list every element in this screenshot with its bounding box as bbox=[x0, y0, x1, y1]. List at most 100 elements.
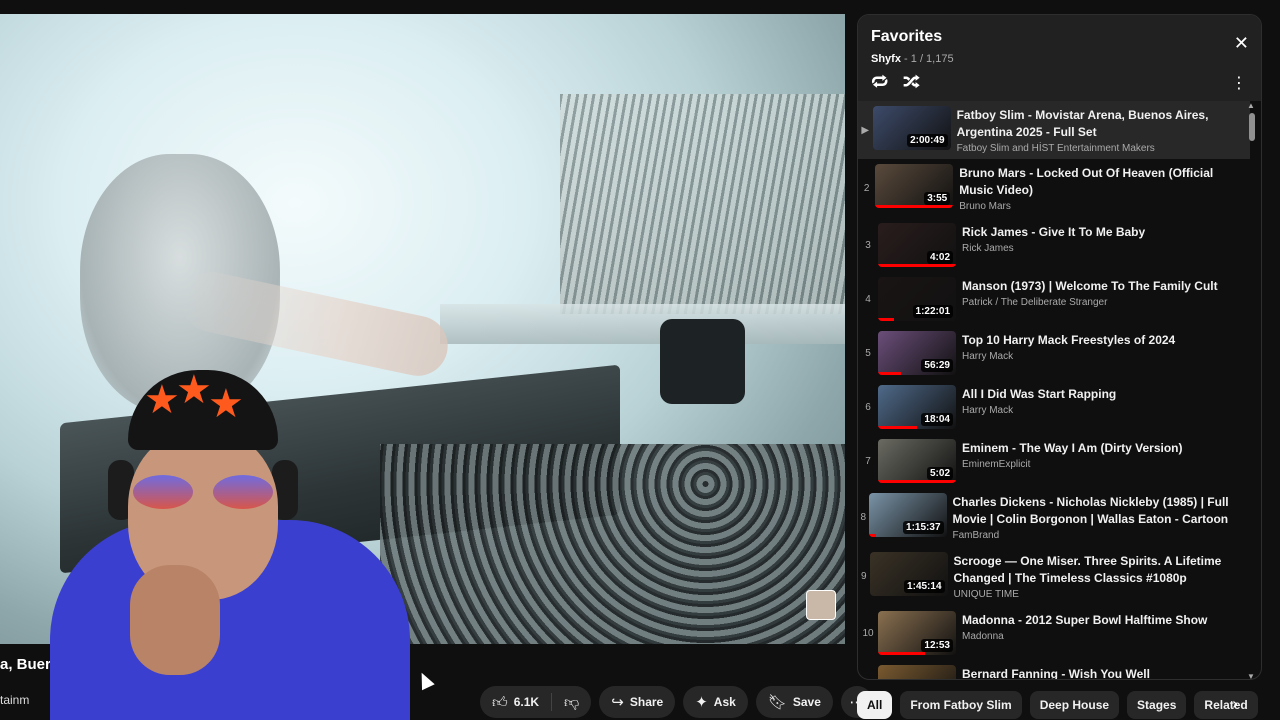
playlist-item-thumbnail[interactable]: 2:00:49 bbox=[872, 106, 951, 150]
playlist-item-thumbnail[interactable]: 5:02 bbox=[878, 439, 956, 483]
duration-badge: 1:22:01 bbox=[912, 305, 953, 318]
close-icon[interactable]: ✕ bbox=[1234, 35, 1249, 53]
playlist-item-thumbnail[interactable]: 12:53 bbox=[878, 611, 956, 655]
playlist-item-title[interactable]: Scrooge — One Miser. Three Spirits. A Li… bbox=[954, 553, 1244, 587]
playlist-item[interactable]: 6 18:04 All I Did Was Start Rapping Harry M… bbox=[858, 380, 1250, 434]
like-button[interactable]: 👍︎ 6.1K bbox=[480, 686, 551, 718]
scroll-up-icon[interactable]: ▲ bbox=[1247, 101, 1255, 110]
playlist-item-channel: Madonna bbox=[962, 631, 1004, 642]
playlist-item-thumbnail[interactable] bbox=[878, 665, 956, 679]
chip-related[interactable]: Related bbox=[1194, 691, 1258, 719]
ask-button[interactable]: ✦ Ask bbox=[683, 686, 748, 718]
playlist-owner[interactable]: Shyfx bbox=[871, 53, 901, 65]
webcam-overlay: ★ ★ ★ bbox=[40, 370, 420, 720]
duration-badge: 3:55 bbox=[924, 192, 951, 205]
playlist-title[interactable]: Favorites bbox=[871, 28, 942, 46]
playlist-item-thumbnail[interactable]: 18:04 bbox=[878, 385, 956, 429]
thumb-up-icon: 👍︎ bbox=[492, 692, 508, 711]
playlist-item-meta: Scrooge — One Miser. Three Spirits. A Li… bbox=[954, 547, 1250, 606]
bookmark-icon: 🔖︎ bbox=[767, 692, 787, 711]
playlist-item[interactable]: 10 12:53 Madonna - 2012 Super Bowl Halftim… bbox=[858, 606, 1250, 660]
playlist-item-meta: Bruno Mars - Locked Out Of Heaven (Offic… bbox=[959, 159, 1250, 218]
playlist-item[interactable]: 7 5:02 Eminem - The Way I Am (Dirty Versio… bbox=[858, 434, 1250, 488]
thumb-down-icon: 👎︎ bbox=[564, 692, 580, 711]
channel-watermark[interactable] bbox=[806, 590, 836, 620]
playlist-item-index: 6 bbox=[865, 401, 871, 413]
duration-badge: 4:02 bbox=[926, 251, 953, 264]
video-actions: 👍︎ 6.1K 👎︎ ↪ Share ✦ Ask 🔖︎ Save ⋯ bbox=[480, 686, 873, 718]
playlist-item-thumbnail[interactable]: 3:55 bbox=[875, 164, 954, 208]
playlist-item[interactable]: 4 1:22:01 Manson (1973) | Welcome To The F… bbox=[858, 272, 1250, 326]
duration-badge: 12:53 bbox=[921, 639, 953, 652]
shuffle-icon[interactable]: 🔀︎ bbox=[903, 75, 920, 92]
playlist-item-thumbnail[interactable]: 1:15:37 bbox=[868, 493, 947, 537]
playlist-item-meta: Eminem - The Way I Am (Dirty Version) Emi… bbox=[962, 434, 1189, 488]
playlist-item[interactable]: 9 1:45:14 Scrooge — One Miser. Three Spiri… bbox=[858, 547, 1250, 606]
playlist-item-index: 2 bbox=[863, 183, 870, 194]
playlist-item-channel: Fatboy Slim and HİST Entertainment Maker… bbox=[956, 143, 1155, 154]
now-playing-icon: ▶ bbox=[861, 124, 870, 136]
star-icon: ★ bbox=[208, 381, 244, 427]
watch-progress-bar bbox=[875, 205, 954, 208]
playlist-item-title[interactable]: Eminem - The Way I Am (Dirty Version) bbox=[962, 440, 1183, 457]
playlist-item-channel: FamBrand bbox=[952, 530, 1000, 541]
share-button[interactable]: ↪ Share bbox=[599, 686, 676, 718]
playlist-item[interactable]: 2 3:55 Bruno Mars - Locked Out Of Heaven (… bbox=[858, 159, 1250, 218]
chip-from-fatboy-slim[interactable]: From Fatboy Slim bbox=[900, 691, 1022, 719]
watch-progress-bar bbox=[878, 372, 902, 375]
playlist-item[interactable]: ▶ 2:00:49 Fatboy Slim - Movistar Arena, Bu… bbox=[858, 101, 1250, 159]
star-icon: ★ bbox=[176, 367, 212, 413]
playlist-item-meta: Top 10 Harry Mack Freestyles of 2024 Harr… bbox=[962, 326, 1181, 380]
playlist-item[interactable]: 3 4:02 Rick James - Give It To Me Baby Rick… bbox=[858, 218, 1250, 272]
playlist-item-title[interactable]: Rick James - Give It To Me Baby bbox=[962, 224, 1145, 241]
save-button[interactable]: 🔖︎ Save bbox=[755, 686, 833, 718]
duration-badge: 2:00:49 bbox=[907, 134, 948, 147]
playlist-item-title[interactable]: Top 10 Harry Mack Freestyles of 2024 bbox=[962, 332, 1175, 349]
playlist-subtitle: Shyfx - 1 / 1,175 bbox=[871, 53, 954, 65]
playlist-item-channel: Harry Mack bbox=[962, 405, 1014, 416]
dislike-button[interactable]: 👎︎ bbox=[552, 686, 591, 718]
playlist-item-index: 5 bbox=[865, 347, 871, 359]
playlist-item[interactable]: 5 56:29 Top 10 Harry Mack Freestyles of 20… bbox=[858, 326, 1250, 380]
more-vertical-icon[interactable]: ⋮ bbox=[1231, 75, 1247, 91]
playlist-item-channel: Bruno Mars bbox=[959, 201, 1011, 212]
duration-badge: 18:04 bbox=[921, 413, 953, 426]
chip-all[interactable]: All bbox=[857, 691, 893, 719]
playlist-item[interactable]: 8 1:15:37 Charles Dickens - Nicholas Nickl… bbox=[858, 488, 1250, 547]
playlist-item-index: 9 bbox=[860, 571, 867, 582]
playlist-item-meta: Fatboy Slim - Movistar Arena, Buenos Air… bbox=[957, 101, 1250, 159]
duration-badge: 1:45:14 bbox=[904, 580, 945, 593]
playlist-item-channel: Harry Mack bbox=[962, 351, 1014, 362]
playlist-item-index: 10 bbox=[862, 627, 874, 639]
playlist-item-channel: Rick James bbox=[962, 243, 1014, 254]
video-crowd bbox=[560, 94, 845, 314]
watch-progress-bar bbox=[878, 652, 925, 655]
playlist-item-channel: UNIQUE TIME bbox=[953, 589, 1019, 600]
playlist-item-title[interactable]: Madonna - 2012 Super Bowl Halftime Show bbox=[962, 612, 1207, 629]
playlist-item-thumbnail[interactable]: 1:22:01 bbox=[878, 277, 956, 321]
playlist-item-channel: Patrick / The Deliberate Stranger bbox=[962, 297, 1108, 308]
duration-badge: 1:15:37 bbox=[903, 521, 944, 534]
playlist-scrollbar[interactable]: ▲ ▼ bbox=[1247, 101, 1255, 679]
playlist-item-title[interactable]: All I Did Was Start Rapping bbox=[962, 386, 1116, 403]
chevron-right-icon[interactable]: › bbox=[1232, 696, 1238, 712]
playlist-item-thumbnail[interactable]: 56:29 bbox=[878, 331, 956, 375]
playlist-item-thumbnail[interactable]: 4:02 bbox=[878, 223, 956, 267]
video-camera bbox=[660, 319, 745, 404]
scroll-down-icon[interactable]: ▼ bbox=[1247, 672, 1255, 679]
playlist-item-title[interactable]: Charles Dickens - Nicholas Nickleby (198… bbox=[953, 494, 1245, 528]
chip-deep-house[interactable]: Deep House bbox=[1029, 691, 1120, 719]
playlist-item-meta: All I Did Was Start Rapping Harry Mack bbox=[962, 380, 1122, 434]
scrollbar-thumb[interactable] bbox=[1249, 113, 1255, 141]
playlist-separator: - bbox=[904, 53, 911, 65]
playlist-item-title[interactable]: Bruno Mars - Locked Out Of Heaven (Offic… bbox=[959, 165, 1244, 199]
playlist-item-title[interactable]: Manson (1973) | Welcome To The Family Cu… bbox=[962, 278, 1218, 295]
loop-icon[interactable]: 🔁︎ bbox=[871, 75, 888, 92]
watch-progress-bar bbox=[878, 318, 894, 321]
playlist-item-title[interactable]: Fatboy Slim - Movistar Arena, Buenos Air… bbox=[957, 107, 1244, 141]
playlist-item[interactable]: Bernard Fanning - Wish You Well bbox=[858, 660, 1250, 679]
playlist-item-thumbnail[interactable]: 1:45:14 bbox=[869, 552, 948, 596]
playlist-item-title[interactable]: Bernard Fanning - Wish You Well bbox=[962, 666, 1150, 679]
playlist-item-meta: Madonna - 2012 Super Bowl Halftime Show M… bbox=[962, 606, 1213, 660]
chip-stages[interactable]: Stages bbox=[1127, 691, 1187, 719]
